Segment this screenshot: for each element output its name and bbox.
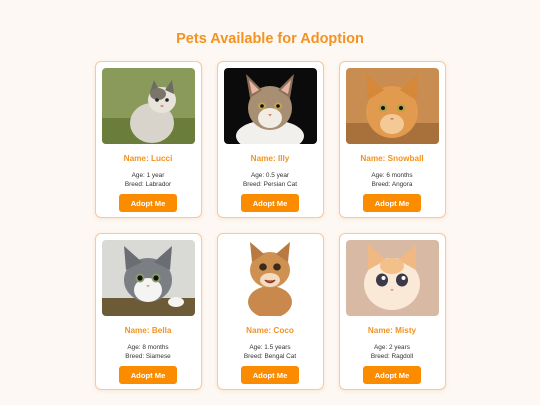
- adopt-button-bella[interactable]: Adopt Me: [119, 366, 177, 384]
- pet-age: Age: 0.5 year: [250, 172, 289, 179]
- pet-info: Age: 0.5 year Breed: Persian Cat: [243, 171, 297, 189]
- kitten-photo-icon: [101, 68, 195, 144]
- pet-card-lucci: Name: Lucci Age: 1 year Breed: Labrador …: [94, 61, 202, 218]
- pet-photo: [345, 68, 439, 144]
- pet-breed: Breed: Persian Cat: [243, 181, 297, 188]
- pet-photo: [101, 240, 195, 316]
- tabby-kitten-photo-icon: [223, 240, 317, 316]
- pet-photo: [223, 240, 317, 316]
- pet-card-coco: Name: Coco Age: 1.5 years Breed: Bengal …: [216, 233, 324, 390]
- pet-card-illy: Name: Illy Age: 0.5 year Breed: Persian …: [216, 61, 324, 218]
- orange-cat-photo-icon: [345, 68, 439, 144]
- pet-card-snowball: Name: Snowball Age: 6 months Breed: Ango…: [338, 61, 446, 218]
- pet-info: Age: 1.5 years Breed: Bengal Cat: [244, 343, 296, 361]
- pet-card-bella: Name: Bella Age: 8 months Breed: Siamese…: [94, 233, 202, 390]
- pet-breed: Breed: Ragdoll: [370, 353, 414, 360]
- pet-info: Age: 6 months Breed: Angora: [371, 171, 412, 189]
- pet-age: Age: 8 months: [127, 344, 169, 351]
- pet-info: Age: 1 year Breed: Labrador: [125, 171, 171, 189]
- adopt-button-lucci[interactable]: Adopt Me: [119, 194, 177, 212]
- pet-photo: [101, 68, 195, 144]
- pet-breed: Breed: Labrador: [124, 181, 172, 188]
- pet-age: Age: 2 years: [374, 344, 410, 351]
- pet-name: Name: Illy: [250, 154, 290, 163]
- pet-info: Age: 2 years Breed: Ragdoll: [371, 343, 413, 361]
- adopt-button-illy[interactable]: Adopt Me: [241, 194, 299, 212]
- pet-card-misty: Name: Misty Age: 2 years Breed: Ragdoll …: [338, 233, 446, 390]
- pet-name: Name: Coco: [246, 326, 294, 335]
- tabby-cat-photo-icon: [223, 68, 317, 144]
- adopt-button-snowball[interactable]: Adopt Me: [363, 194, 421, 212]
- page-title: Pets Available for Adoption: [176, 31, 364, 47]
- pet-photo: [345, 240, 439, 316]
- adopt-button-misty[interactable]: Adopt Me: [363, 366, 421, 384]
- pet-name: Name: Bella: [124, 326, 172, 335]
- fluffy-kitten-photo-icon: [345, 240, 439, 316]
- pet-age: Age: 1.5 years: [249, 344, 291, 351]
- pet-name: Name: Snowball: [360, 154, 424, 163]
- adopt-button-coco[interactable]: Adopt Me: [241, 366, 299, 384]
- pet-info: Age: 8 months Breed: Siamese: [125, 343, 170, 361]
- pet-name: Name: Misty: [367, 326, 417, 335]
- pet-breed: Breed: Angora: [371, 181, 413, 188]
- pet-name: Name: Lucci: [123, 154, 173, 163]
- pet-photo: [223, 68, 317, 144]
- pet-age: Age: 1 year: [131, 172, 165, 179]
- grey-white-cat-photo-icon: [101, 240, 195, 316]
- pet-breed: Breed: Siamese: [125, 353, 171, 360]
- pet-age: Age: 6 months: [371, 172, 413, 179]
- pet-breed: Breed: Bengal Cat: [243, 353, 297, 360]
- pet-grid: Name: Lucci Age: 1 year Breed: Labrador …: [34, 61, 506, 390]
